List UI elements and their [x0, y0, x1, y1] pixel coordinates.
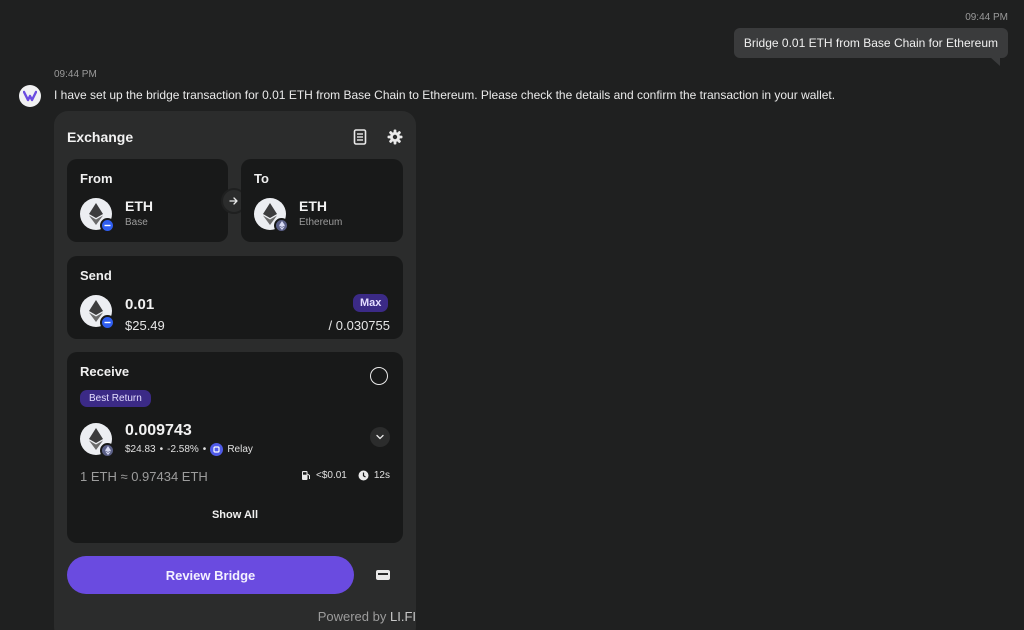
bot-message-time: 09:44 PM: [54, 69, 97, 80]
ethereum-chain-icon: [274, 218, 289, 233]
to-label: To: [254, 171, 269, 186]
gas-pump-icon: [302, 471, 310, 480]
gas-cost: <$0.01: [316, 470, 347, 481]
to-token-symbol: ETH: [299, 198, 327, 214]
separator: •: [202, 444, 207, 455]
refresh-timer-icon[interactable]: [370, 367, 388, 385]
from-token-avatar: [80, 198, 115, 233]
to-card[interactable]: To ETH Ethereum: [241, 159, 403, 242]
to-token-avatar: [254, 198, 289, 233]
send-balance: / 0.030755: [328, 318, 390, 333]
base-chain-icon: [100, 218, 115, 233]
from-token-symbol: ETH: [125, 198, 153, 214]
separator: •: [159, 444, 164, 455]
wallet-icon[interactable]: [375, 567, 391, 583]
chevron-down-icon: [376, 434, 384, 440]
user-message-bubble: Bridge 0.01 ETH from Base Chain for Ethe…: [733, 28, 1008, 66]
send-label: Send: [80, 268, 112, 283]
clock-icon: [358, 470, 369, 481]
receive-card: Receive 0.009743 $24.83 • -2.58% • Relay…: [67, 352, 403, 543]
relay-logo-icon: [210, 443, 224, 456]
send-token-avatar: [80, 295, 115, 330]
best-return-badge: Best Return: [80, 390, 151, 407]
show-all-button[interactable]: Show All: [67, 509, 403, 521]
bot-avatar-icon: [19, 85, 41, 107]
send-amount-input[interactable]: 0.01: [125, 296, 154, 313]
provider-name: Relay: [227, 444, 253, 455]
from-chain-name: Base: [125, 217, 148, 228]
powered-by: Powered by LI.FI: [318, 609, 416, 624]
receive-token-avatar: [80, 423, 115, 458]
receive-change: -2.58%: [167, 444, 199, 455]
route-meta: <$0.01 12s: [301, 470, 390, 481]
estimated-time: 12s: [373, 470, 390, 481]
bot-message-text: I have set up the bridge transaction for…: [54, 88, 836, 102]
review-bridge-button[interactable]: Review Bridge: [67, 556, 354, 594]
powered-brand[interactable]: LI.FI: [390, 609, 416, 624]
widget-title: Exchange: [67, 129, 134, 145]
receive-details: $24.83 • -2.58% • Relay: [125, 443, 253, 456]
exchange-widget: Exchange From ETH Base To ETH Ethereum S…: [54, 111, 416, 630]
receive-amount: 0.009743: [125, 422, 192, 439]
powered-prefix: Powered by: [317, 609, 387, 624]
send-usd-value: $25.49: [125, 318, 165, 333]
receive-usd: $24.83: [125, 444, 156, 455]
from-card[interactable]: From ETH Base: [67, 159, 228, 242]
arrow-right-icon: [229, 197, 238, 205]
receive-label: Receive: [80, 364, 130, 379]
exchange-rate: 1 ETH ≈ 0.97434 ETH: [80, 469, 208, 484]
gear-icon[interactable]: [385, 127, 405, 147]
from-label: From: [80, 171, 113, 186]
expand-route-button[interactable]: [370, 427, 390, 447]
base-chain-icon: [100, 315, 115, 330]
max-button[interactable]: Max: [353, 294, 389, 312]
to-chain-name: Ethereum: [299, 217, 343, 228]
receipt-icon[interactable]: [350, 127, 370, 147]
user-message-time: 09:44 PM: [965, 12, 1008, 23]
ethereum-chain-icon: [100, 443, 115, 458]
